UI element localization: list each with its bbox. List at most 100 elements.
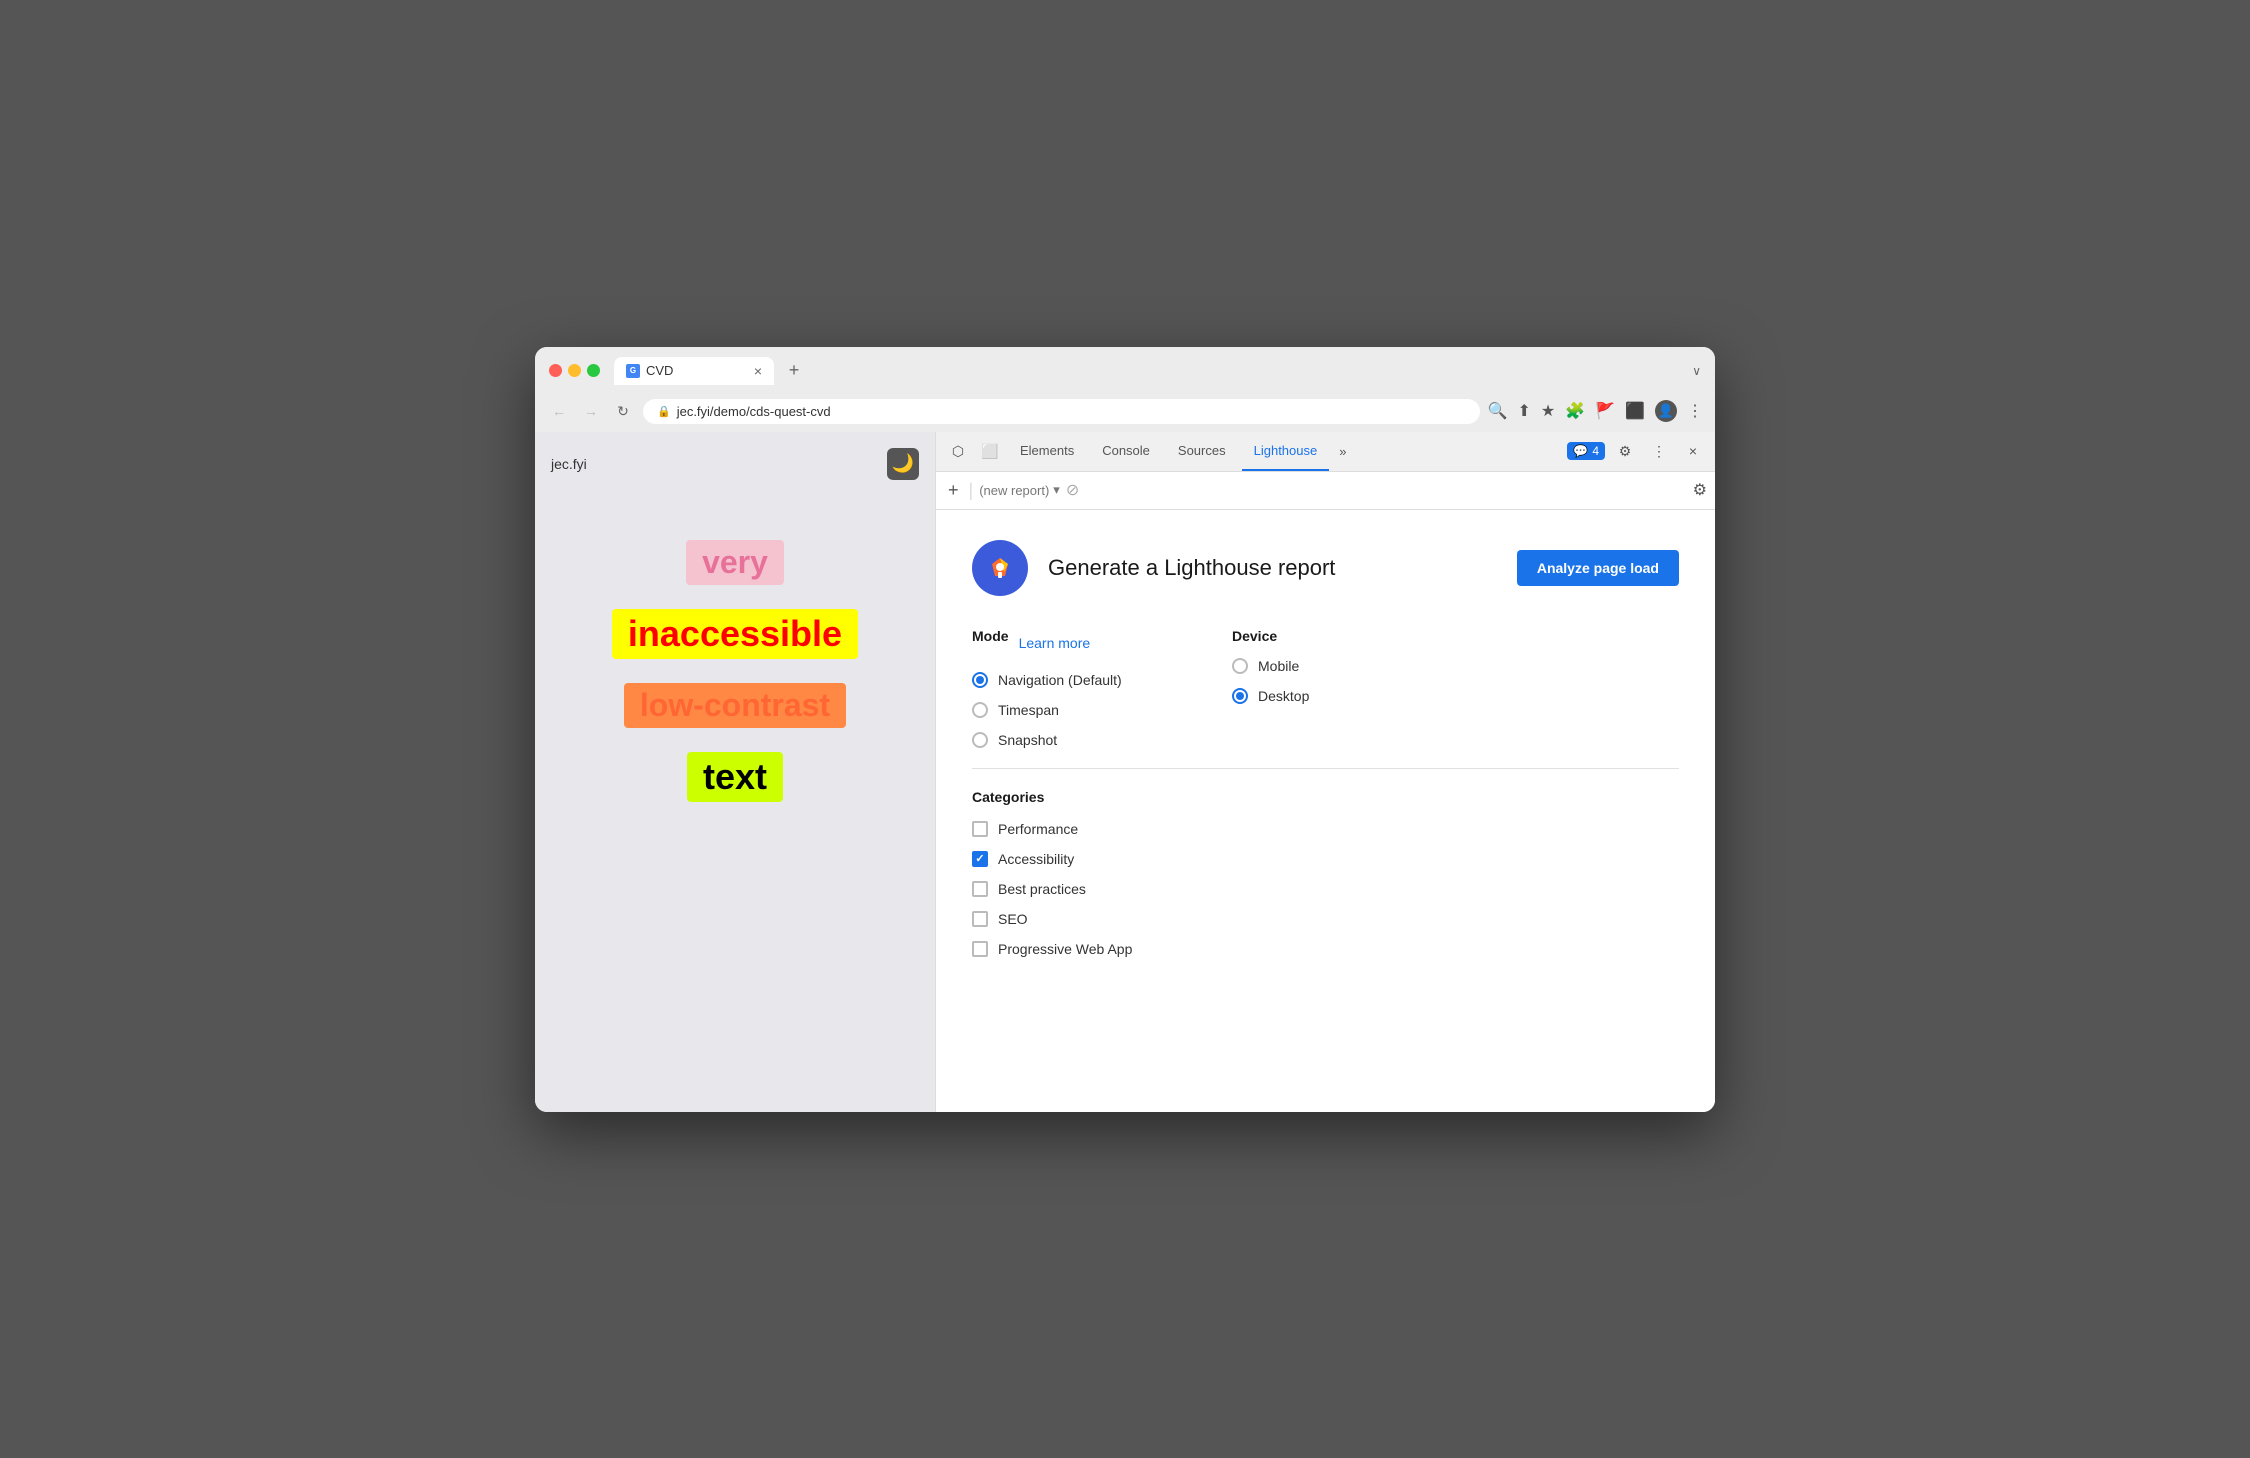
reload-button[interactable]: ↻ — [611, 399, 635, 423]
mode-device-row: Mode Learn more Navigation (Default) — [972, 628, 1679, 748]
mobile-radio[interactable] — [1232, 658, 1248, 674]
categories-label: Categories — [972, 789, 1679, 805]
snapshot-label: Snapshot — [998, 732, 1057, 748]
webpage-header: jec.fyi 🌙 — [551, 448, 919, 480]
performance-label: Performance — [998, 821, 1078, 837]
tab-sources[interactable]: Sources — [1166, 432, 1238, 471]
close-window-button[interactable] — [549, 364, 562, 377]
main-area: jec.fyi 🌙 very inaccessible low-contrast… — [535, 432, 1715, 1112]
word-text: text — [687, 752, 783, 802]
device-mobile-option[interactable]: Mobile — [1232, 658, 1432, 674]
address-bar[interactable]: 🔒 jec.fyi/demo/cds-quest-cvd — [643, 399, 1480, 424]
maximize-window-button[interactable] — [587, 364, 600, 377]
navigation-radio-dot — [976, 676, 984, 684]
navigation-radio[interactable] — [972, 672, 988, 688]
no-entry-icon[interactable]: ⊘ — [1066, 480, 1079, 500]
analyze-page-load-button[interactable]: Analyze page load — [1517, 550, 1679, 586]
new-tab-button[interactable]: + — [780, 357, 808, 385]
tab-overflow-icon[interactable]: » — [1333, 444, 1352, 459]
webpage-site-title: jec.fyi — [551, 456, 587, 472]
pwa-label: Progressive Web App — [998, 941, 1132, 957]
add-report-button[interactable]: + — [944, 480, 963, 501]
navigation-label: Navigation (Default) — [998, 672, 1122, 688]
categories-checkbox-group: Performance ✓ Accessibility Best practic… — [972, 821, 1679, 957]
category-accessibility[interactable]: ✓ Accessibility — [972, 851, 1679, 867]
title-bar-top: G CVD × + ∨ — [549, 357, 1701, 385]
lighthouse-title: Generate a Lighthouse report — [1048, 555, 1497, 581]
section-divider — [972, 768, 1679, 769]
category-pwa[interactable]: Progressive Web App — [972, 941, 1679, 957]
tab-close-button[interactable]: × — [754, 363, 762, 379]
mode-snapshot-option[interactable]: Snapshot — [972, 732, 1172, 748]
mode-label-row: Mode Learn more — [972, 628, 1172, 658]
active-tab[interactable]: G CVD × — [614, 357, 774, 385]
demo-words: very inaccessible low-contrast text — [551, 520, 919, 802]
accessibility-checkbox[interactable]: ✓ — [972, 851, 988, 867]
flag-icon[interactable]: 🚩 — [1595, 401, 1615, 421]
split-view-icon[interactable]: ⬛ — [1625, 401, 1645, 421]
device-desktop-option[interactable]: Desktop — [1232, 688, 1432, 704]
devtools-settings-button[interactable]: ⚙ — [1611, 437, 1639, 465]
tab-favicon: G — [626, 364, 640, 378]
notifications-badge[interactable]: 💬 4 — [1567, 442, 1605, 460]
separator: | — [969, 480, 974, 501]
timespan-label: Timespan — [998, 702, 1059, 718]
extension-icon[interactable]: 🧩 — [1565, 401, 1585, 421]
pwa-checkbox[interactable] — [972, 941, 988, 957]
category-best-practices[interactable]: Best practices — [972, 881, 1679, 897]
best-practices-checkbox[interactable] — [972, 881, 988, 897]
devtools-panel: ⬡ ⬜ Elements Console Sources Lighthouse … — [935, 432, 1715, 1112]
desktop-radio-dot — [1236, 692, 1244, 700]
inspect-element-icon[interactable]: ⬡ — [944, 437, 972, 465]
browser-window: G CVD × + ∨ ← → ↻ 🔒 jec.fyi/demo/cds-que… — [535, 347, 1715, 1112]
mode-column: Mode Learn more Navigation (Default) — [972, 628, 1172, 748]
desktop-radio[interactable] — [1232, 688, 1248, 704]
mode-navigation-option[interactable]: Navigation (Default) — [972, 672, 1172, 688]
devtools-close-button[interactable]: × — [1679, 437, 1707, 465]
tab-elements[interactable]: Elements — [1008, 432, 1086, 471]
traffic-lights — [549, 364, 600, 377]
seo-checkbox[interactable] — [972, 911, 988, 927]
category-seo[interactable]: SEO — [972, 911, 1679, 927]
badge-count: 4 — [1592, 444, 1599, 458]
best-practices-label: Best practices — [998, 881, 1086, 897]
lock-icon: 🔒 — [657, 405, 671, 418]
url-text: jec.fyi/demo/cds-quest-cvd — [677, 404, 831, 419]
minimize-window-button[interactable] — [568, 364, 581, 377]
forward-button[interactable]: → — [579, 399, 603, 423]
profile-icon[interactable]: 👤 — [1655, 400, 1677, 422]
lighthouse-settings-icon[interactable]: ⚙ — [1693, 480, 1707, 500]
search-icon[interactable]: 🔍 — [1488, 401, 1508, 421]
snapshot-radio[interactable] — [972, 732, 988, 748]
more-options-icon[interactable]: ⋮ — [1687, 401, 1703, 421]
learn-more-link[interactable]: Learn more — [1019, 635, 1091, 651]
timespan-radio[interactable] — [972, 702, 988, 718]
mode-label: Mode — [972, 628, 1009, 644]
word-inaccessible: inaccessible — [612, 609, 858, 659]
browser-toolbar-icons: 🔍 ⬆ ★ 🧩 🚩 ⬛ 👤 ⋮ — [1488, 400, 1703, 422]
share-icon[interactable]: ⬆ — [1517, 401, 1530, 421]
tab-lighthouse[interactable]: Lighthouse — [1242, 432, 1330, 471]
mode-timespan-option[interactable]: Timespan — [972, 702, 1172, 718]
report-placeholder-text: (new report) — [979, 483, 1049, 498]
bookmark-icon[interactable]: ★ — [1541, 401, 1555, 421]
performance-checkbox[interactable] — [972, 821, 988, 837]
devtools-toolbar: + | (new report) ▾ ⊘ ⚙ — [936, 472, 1715, 510]
lighthouse-header: Generate a Lighthouse report Analyze pag… — [972, 540, 1679, 596]
device-toolbar-icon[interactable]: ⬜ — [976, 437, 1004, 465]
badge-icon: 💬 — [1573, 444, 1588, 458]
checkmark-icon: ✓ — [975, 852, 984, 865]
category-performance[interactable]: Performance — [972, 821, 1679, 837]
categories-section: Categories Performance ✓ Accessibility — [972, 789, 1679, 957]
lighthouse-content: Generate a Lighthouse report Analyze pag… — [936, 510, 1715, 1112]
tab-title: CVD — [646, 363, 673, 378]
desktop-label: Desktop — [1258, 688, 1309, 704]
dark-mode-toggle[interactable]: 🌙 — [887, 448, 919, 480]
tab-console[interactable]: Console — [1090, 432, 1162, 471]
tab-bar: G CVD × + ∨ — [614, 357, 1701, 385]
devtools-more-button[interactable]: ⋮ — [1645, 437, 1673, 465]
device-label: Device — [1232, 628, 1432, 644]
back-button[interactable]: ← — [547, 399, 571, 423]
tab-overflow-button[interactable]: ∨ — [1692, 364, 1701, 378]
report-selector[interactable]: (new report) ▾ — [979, 482, 1060, 498]
